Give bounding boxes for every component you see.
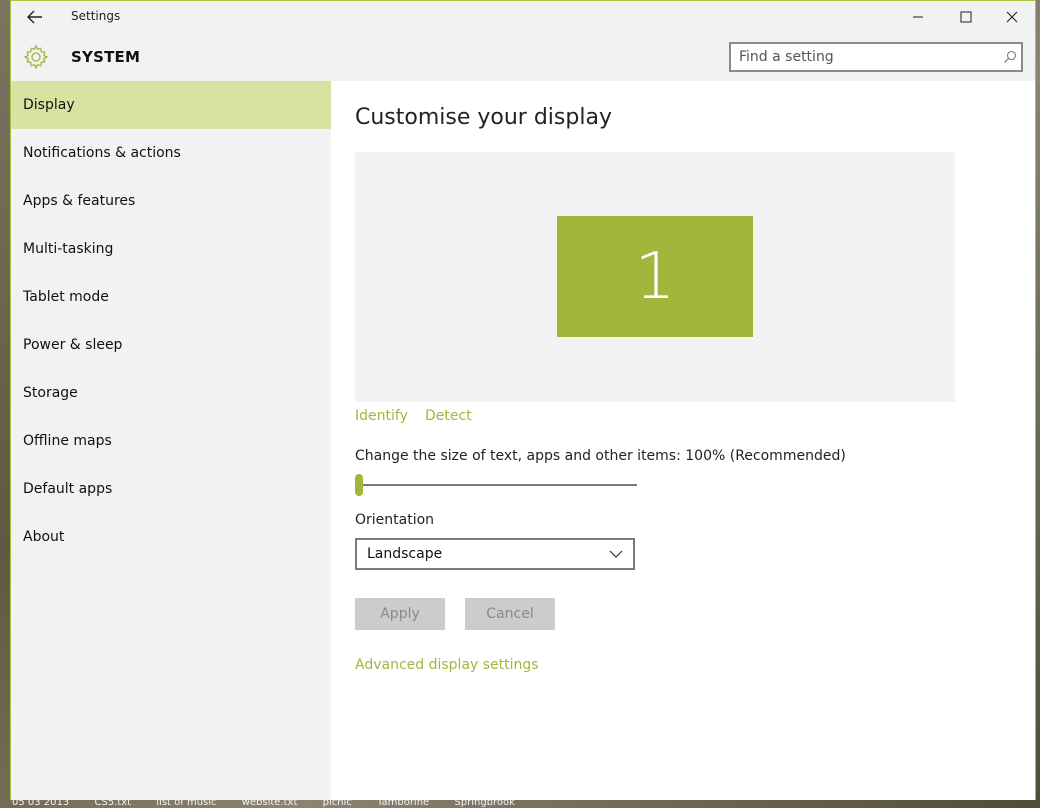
- sidebar-item-multitasking[interactable]: Multi-tasking: [11, 225, 331, 273]
- monitor-tile[interactable]: 1: [557, 216, 753, 337]
- gear-icon: [23, 44, 49, 70]
- maximize-icon: [960, 11, 972, 23]
- sidebar-item-apps-features[interactable]: Apps & features: [11, 177, 331, 225]
- search-box: [729, 42, 1023, 72]
- orientation-label: Orientation: [355, 512, 435, 528]
- settings-window: Settings SYSTEM Find a setting Display N…: [10, 0, 1036, 800]
- cancel-button[interactable]: Cancel: [465, 598, 555, 630]
- section-title: SYSTEM: [71, 48, 141, 66]
- page-title: Customise your display: [355, 105, 612, 130]
- title-bar: Settings: [11, 1, 1035, 33]
- settings-header: SYSTEM: [11, 33, 1035, 81]
- sidebar-item-power-sleep[interactable]: Power & sleep: [11, 321, 331, 369]
- sidebar-item-tablet-mode[interactable]: Tablet mode: [11, 273, 331, 321]
- sidebar-nav: Display Notifications & actions Apps & f…: [11, 81, 331, 800]
- sidebar-item-notifications[interactable]: Notifications & actions: [11, 129, 331, 177]
- minimize-button[interactable]: [895, 1, 941, 33]
- orientation-value: Landscape: [367, 546, 443, 562]
- maximize-button[interactable]: [943, 1, 989, 33]
- sidebar-item-about[interactable]: About: [11, 513, 331, 561]
- back-arrow-icon: [27, 10, 42, 24]
- search-icon: [1004, 50, 1017, 63]
- minimize-icon: [913, 16, 923, 18]
- sidebar-item-display[interactable]: Display: [11, 81, 331, 129]
- identify-link[interactable]: Identify: [355, 408, 408, 424]
- scale-slider-thumb[interactable]: [355, 474, 363, 496]
- scale-slider-track[interactable]: [361, 484, 637, 486]
- display-settings-panel: Customise your display 1 Identify Detect…: [331, 81, 1035, 800]
- sidebar-item-storage[interactable]: Storage: [11, 369, 331, 417]
- display-arrangement-area: 1: [355, 152, 955, 402]
- window-title: Settings: [71, 9, 121, 23]
- back-button[interactable]: [23, 5, 47, 29]
- orientation-dropdown[interactable]: Landscape: [355, 538, 635, 570]
- chevron-down-icon: [609, 550, 623, 558]
- apply-button[interactable]: Apply: [355, 598, 445, 630]
- sidebar-item-offline-maps[interactable]: Offline maps: [11, 417, 331, 465]
- scale-label: Change the size of text, apps and other …: [355, 448, 846, 464]
- sidebar-item-default-apps[interactable]: Default apps: [11, 465, 331, 513]
- close-button[interactable]: [989, 1, 1035, 33]
- search-input[interactable]: [731, 44, 999, 70]
- advanced-display-settings-link[interactable]: Advanced display settings: [355, 657, 539, 673]
- close-icon: [1006, 11, 1018, 23]
- detect-link[interactable]: Detect: [425, 408, 472, 424]
- search-button[interactable]: [999, 46, 1021, 68]
